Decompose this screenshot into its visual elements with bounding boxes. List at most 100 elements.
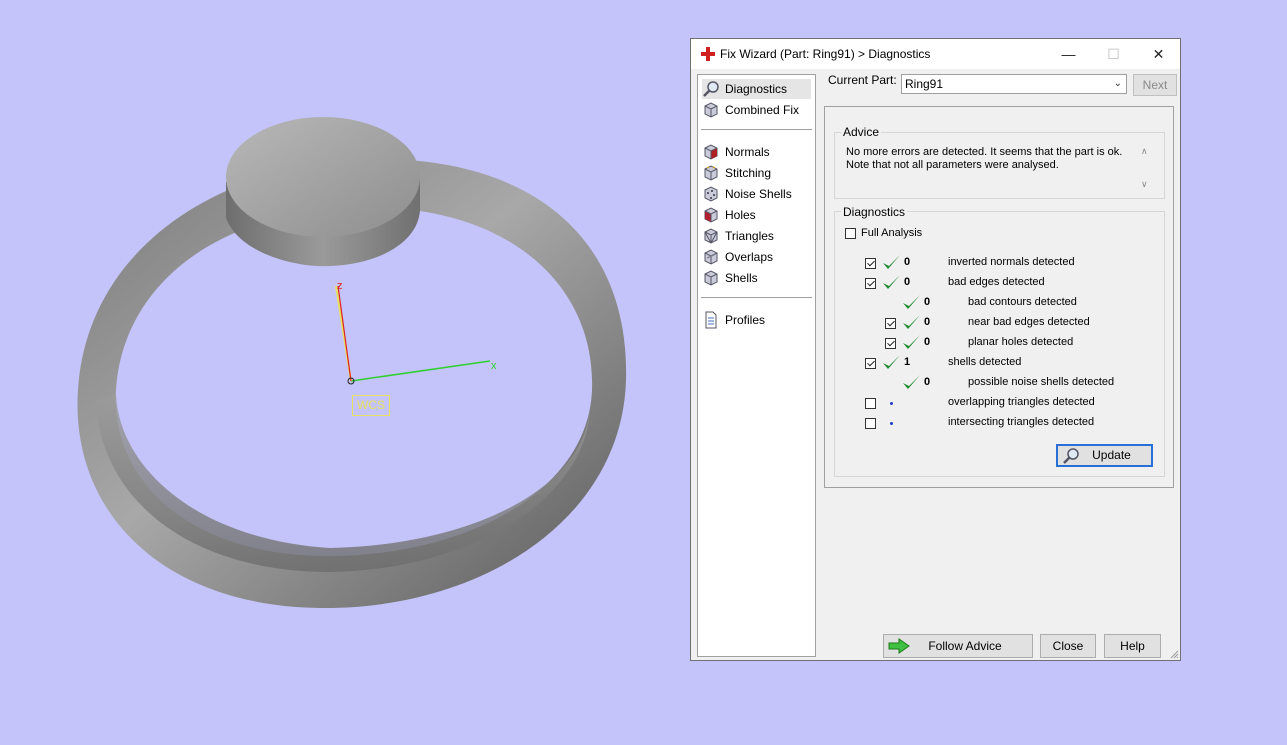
check-ok-icon bbox=[903, 315, 920, 329]
nav-item-profiles[interactable]: Profiles bbox=[702, 310, 811, 330]
diagnostic-label: intersecting triangles detected bbox=[948, 416, 1095, 428]
update-button[interactable]: Update bbox=[1056, 444, 1153, 467]
nav-item-label: Noise Shells bbox=[725, 187, 792, 201]
diagnostic-label: bad contours detected bbox=[968, 296, 1077, 308]
advice-line: Note that not all parameters were analys… bbox=[846, 159, 1059, 171]
diagnostic-label: planar holes detected bbox=[968, 336, 1074, 348]
follow-advice-label: Follow Advice bbox=[928, 639, 1002, 653]
close-window-button[interactable]: ✕ bbox=[1136, 39, 1181, 69]
full-analysis-label: Full Analysis bbox=[861, 227, 923, 239]
advice-line: No more errors are detected. It seems th… bbox=[846, 146, 1123, 158]
diagnostic-label: overlapping triangles detected bbox=[948, 396, 1095, 408]
holes-cube-icon bbox=[704, 207, 718, 223]
shells-cube-icon bbox=[704, 270, 718, 286]
advice-scrollbar[interactable]: ∧ ∨ bbox=[1137, 144, 1154, 192]
update-label: Update bbox=[1092, 448, 1131, 462]
3d-viewport[interactable]: z x WCS bbox=[0, 0, 690, 745]
magnifier-icon bbox=[1063, 448, 1079, 464]
wizard-nav: Diagnostics Combined Fix Normals Stitchi… bbox=[697, 74, 816, 657]
nav-item-triangles[interactable]: Triangles bbox=[702, 226, 811, 246]
wcs-label: WCS bbox=[352, 395, 390, 416]
advice-text: No more errors are detected. It seems th… bbox=[846, 146, 1136, 172]
nav-item-label: Holes bbox=[725, 208, 756, 222]
diagnostic-label: shells detected bbox=[948, 356, 1022, 368]
diagnostic-count: 0 bbox=[904, 276, 911, 288]
nav-item-stitching[interactable]: Stitching bbox=[702, 163, 811, 183]
diagnostic-count: 0 bbox=[924, 376, 931, 388]
check-ok-icon bbox=[903, 295, 920, 309]
advice-title: Advice bbox=[841, 125, 882, 139]
noise-shells-cube-icon bbox=[704, 186, 718, 202]
diagnostic-count: 1 bbox=[904, 356, 911, 368]
nav-item-label: Normals bbox=[725, 145, 770, 159]
scroll-up-icon[interactable]: ∧ bbox=[1141, 146, 1148, 157]
current-part-value: Ring91 bbox=[905, 77, 944, 91]
magnifier-icon bbox=[703, 81, 719, 97]
check-ok-icon bbox=[883, 355, 900, 369]
nav-item-combined-fix[interactable]: Combined Fix bbox=[702, 100, 811, 120]
nav-item-normals[interactable]: Normals bbox=[702, 142, 811, 162]
diagnostic-count: 0 bbox=[924, 316, 931, 328]
follow-advice-button[interactable]: Follow Advice bbox=[883, 634, 1033, 658]
nav-divider bbox=[701, 297, 812, 298]
diagnostic-checkbox[interactable] bbox=[865, 358, 876, 369]
green-arrow-icon bbox=[888, 638, 910, 654]
current-part-select[interactable]: Ring91 ⌄ bbox=[901, 74, 1127, 94]
minimize-button[interactable]: — bbox=[1046, 39, 1091, 69]
title-bar[interactable]: Fix Wizard (Part: Ring91) > Diagnostics … bbox=[691, 39, 1180, 69]
diagnostic-checkbox[interactable] bbox=[865, 418, 876, 429]
full-analysis-checkbox[interactable] bbox=[845, 228, 856, 239]
document-icon bbox=[705, 311, 717, 329]
nav-item-label: Profiles bbox=[725, 313, 766, 327]
diagnostic-count: 0 bbox=[924, 296, 931, 308]
maximize-button[interactable]: ☐ bbox=[1091, 39, 1136, 69]
not-run-dot-icon bbox=[890, 422, 893, 425]
resize-grip-icon[interactable] bbox=[1169, 649, 1179, 659]
check-ok-icon bbox=[883, 255, 900, 269]
diagnostic-checkbox[interactable] bbox=[885, 338, 896, 349]
not-run-dot-icon bbox=[890, 402, 893, 405]
check-ok-icon bbox=[883, 275, 900, 289]
nav-item-label: Triangles bbox=[725, 229, 774, 243]
red-cross-icon bbox=[701, 47, 715, 61]
diagnostic-label: bad edges detected bbox=[948, 276, 1045, 288]
overlaps-cube-icon bbox=[704, 249, 718, 265]
nav-divider bbox=[701, 129, 812, 130]
window-title: Fix Wizard (Part: Ring91) > Diagnostics bbox=[720, 47, 931, 61]
diagnostic-checkbox[interactable] bbox=[865, 278, 876, 289]
diagnostic-checkbox[interactable] bbox=[885, 318, 896, 329]
nav-item-shells[interactable]: Shells bbox=[702, 268, 811, 288]
nav-item-label: Stitching bbox=[725, 166, 772, 180]
diagnostics-title: Diagnostics bbox=[841, 205, 908, 219]
triangles-cube-icon bbox=[704, 228, 718, 244]
current-part-label: Current Part: bbox=[828, 73, 897, 87]
nav-item-label: Overlaps bbox=[725, 250, 774, 264]
diagnostic-count: 0 bbox=[904, 256, 911, 268]
diagnostic-label: near bad edges detected bbox=[968, 316, 1090, 328]
nav-item-label: Shells bbox=[725, 271, 758, 285]
help-button[interactable]: Help bbox=[1104, 634, 1161, 658]
nav-item-label: Diagnostics bbox=[725, 82, 788, 96]
check-ok-icon bbox=[903, 375, 920, 389]
z-axis-label: z bbox=[337, 280, 343, 292]
diagnostic-label: inverted normals detected bbox=[948, 256, 1075, 268]
diagnostic-checkbox[interactable] bbox=[865, 398, 876, 409]
nav-item-overlaps[interactable]: Overlaps bbox=[702, 247, 811, 267]
stitching-cube-icon bbox=[704, 165, 718, 181]
ring-model bbox=[77, 117, 627, 609]
chevron-down-icon: ⌄ bbox=[1113, 78, 1122, 89]
check-ok-icon bbox=[903, 335, 920, 349]
next-button[interactable]: Next bbox=[1133, 74, 1177, 96]
diagnostic-checkbox[interactable] bbox=[865, 258, 876, 269]
fix-wizard-dialog: Fix Wizard (Part: Ring91) > Diagnostics … bbox=[690, 38, 1181, 661]
nav-item-holes[interactable]: Holes bbox=[702, 205, 811, 225]
nav-item-label: Combined Fix bbox=[725, 103, 800, 117]
close-button[interactable]: Close bbox=[1040, 634, 1096, 658]
nav-item-noise-shells[interactable]: Noise Shells bbox=[702, 184, 811, 204]
diagnostic-count: 0 bbox=[924, 336, 931, 348]
normals-cube-icon bbox=[704, 144, 718, 160]
nav-item-diagnostics[interactable]: Diagnostics bbox=[702, 79, 811, 99]
scroll-down-icon[interactable]: ∨ bbox=[1141, 179, 1148, 190]
diagnostic-label: possible noise shells detected bbox=[968, 376, 1115, 388]
x-axis-label: x bbox=[491, 360, 497, 372]
